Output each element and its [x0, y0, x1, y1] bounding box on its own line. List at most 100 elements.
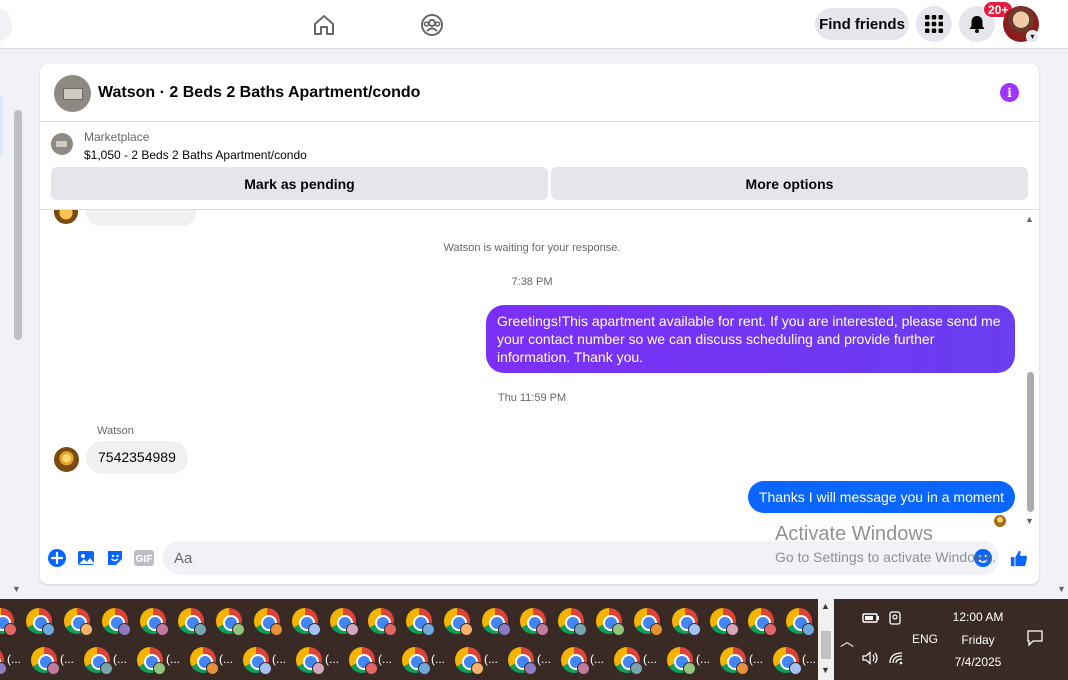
chrome-taskbar-icon[interactable]	[64, 608, 93, 636]
chrome-taskbar-icon[interactable]	[444, 608, 473, 636]
page-scrollbar[interactable]	[14, 110, 22, 340]
chrome-taskbar-icon[interactable]	[31, 647, 60, 675]
chrome-taskbar-icon[interactable]	[720, 647, 749, 675]
clock-time[interactable]: 12:00 AM	[942, 610, 1014, 624]
taskbar-scrollbar[interactable]: ▲ ▼	[818, 599, 834, 680]
profile-badge	[524, 662, 537, 675]
chrome-taskbar-icon[interactable]	[455, 647, 484, 675]
home-icon[interactable]	[311, 12, 337, 38]
chevron-up-icon[interactable]: ︿	[840, 631, 854, 651]
chrome-taskbar-icon[interactable]	[102, 608, 131, 636]
chrome-taskbar-icon[interactable]	[0, 608, 17, 636]
chrome-taskbar-icon[interactable]	[84, 647, 113, 675]
clock-day[interactable]: Friday	[942, 633, 1014, 647]
find-friends-button[interactable]: Find friends	[815, 8, 909, 40]
chat-title[interactable]: Watson · 2 Beds 2 Baths Apartment/condo	[98, 84, 420, 102]
listing-thumbnail[interactable]	[51, 133, 73, 155]
sender-avatar[interactable]	[54, 447, 79, 472]
wifi-icon[interactable]	[888, 651, 904, 668]
incoming-message[interactable]: 7542354989	[86, 441, 188, 474]
taskbar-label: (...	[325, 652, 339, 666]
profile-badge	[4, 623, 17, 636]
taskbar-label: (...	[696, 652, 710, 666]
chrome-taskbar-icon[interactable]	[292, 608, 321, 636]
profile-badge	[471, 662, 484, 675]
menu-grid-icon[interactable]	[916, 6, 952, 42]
profile-badge	[418, 662, 431, 675]
chrome-taskbar-icon[interactable]	[596, 608, 625, 636]
chrome-taskbar-icon[interactable]	[216, 608, 245, 636]
taskbar-label: (...	[7, 652, 21, 666]
chrome-taskbar-icon[interactable]	[137, 647, 166, 675]
chrome-taskbar-icon[interactable]	[561, 647, 590, 675]
profile-badge	[259, 662, 272, 675]
chrome-taskbar-icon[interactable]	[0, 647, 7, 675]
groups-icon[interactable]	[419, 12, 445, 38]
profile-badge	[802, 623, 815, 636]
chrome-taskbar-icon[interactable]	[402, 647, 431, 675]
chrome-taskbar-icon[interactable]	[296, 647, 325, 675]
waiting-notice: Watson is waiting for your response.	[443, 242, 621, 254]
battery-icon[interactable]	[862, 612, 880, 627]
chrome-taskbar-icon[interactable]	[508, 647, 537, 675]
meet-now-icon[interactable]	[888, 611, 902, 628]
thumbs-up-icon[interactable]	[1009, 548, 1029, 568]
system-tray: ︿ ENG 12:00 AM Friday 7/4/2025	[836, 599, 1068, 680]
chat-scrollbar[interactable]	[1027, 372, 1034, 512]
more-options-button[interactable]: More options	[551, 167, 1028, 200]
profile-badge	[612, 623, 625, 636]
language-indicator[interactable]: ENG	[912, 632, 938, 646]
chrome-taskbar-icon[interactable]	[254, 608, 283, 636]
chrome-taskbar-icon[interactable]	[672, 608, 701, 636]
gif-icon[interactable]: GIF	[133, 548, 155, 568]
volume-icon[interactable]	[862, 651, 880, 668]
mark-as-pending-button[interactable]: Mark as pending	[51, 167, 548, 200]
scroll-down-arrow-icon[interactable]: ▼	[1057, 584, 1066, 594]
chrome-taskbar-icon[interactable]	[140, 608, 169, 636]
profile-badge	[232, 623, 245, 636]
chrome-taskbar-icon[interactable]	[773, 647, 802, 675]
chrome-taskbar-icon[interactable]	[482, 608, 511, 636]
scroll-up-arrow-icon[interactable]: ▲	[821, 601, 830, 611]
taskbar-scroll-thumb[interactable]	[821, 631, 831, 659]
chrome-taskbar-icon[interactable]	[634, 608, 663, 636]
scroll-down-arrow-icon[interactable]: ▼	[821, 665, 830, 675]
chrome-taskbar-icon[interactable]	[368, 608, 397, 636]
listing-avatar[interactable]	[54, 75, 91, 112]
clock-date[interactable]: 7/4/2025	[942, 655, 1014, 669]
scroll-up-arrow-icon[interactable]: ▲	[1025, 214, 1034, 224]
chrome-taskbar-icon[interactable]	[243, 647, 272, 675]
plus-icon[interactable]	[47, 548, 67, 568]
outgoing-message[interactable]: Greetings!This apartment available for r…	[486, 305, 1015, 373]
chrome-taskbar-icon[interactable]	[748, 608, 777, 636]
chrome-taskbar-icon[interactable]	[178, 608, 207, 636]
chevron-down-icon[interactable]: ▾	[1026, 30, 1039, 43]
listing-description[interactable]: $1,050 - 2 Beds 2 Baths Apartment/condo	[84, 148, 307, 162]
chrome-taskbar-icon[interactable]	[614, 647, 643, 675]
taskbar-label: (...	[113, 652, 127, 666]
chrome-taskbar-icon[interactable]	[710, 608, 739, 636]
search-field-edge[interactable]	[0, 8, 12, 42]
chrome-taskbar-icon[interactable]	[667, 647, 696, 675]
chrome-taskbar-icon[interactable]	[786, 608, 815, 636]
info-icon[interactable]: i	[1000, 83, 1019, 102]
taskbar-label: (...	[166, 652, 180, 666]
photo-icon[interactable]	[76, 548, 96, 568]
chat-header: Watson · 2 Beds 2 Baths Apartment/condo …	[40, 64, 1039, 122]
scroll-down-arrow-icon[interactable]: ▼	[12, 584, 21, 594]
taskbar-label: (...	[749, 652, 763, 666]
chrome-taskbar-icon[interactable]	[520, 608, 549, 636]
outgoing-message[interactable]: Thanks I will message you in a moment	[747, 481, 1015, 513]
message-thread: Watson is waiting for your response. 7:3…	[40, 210, 1039, 532]
profile-badge	[726, 623, 739, 636]
scroll-down-arrow-icon[interactable]: ▼	[1025, 516, 1034, 526]
chrome-taskbar-icon[interactable]	[406, 608, 435, 636]
chrome-taskbar-icon[interactable]	[558, 608, 587, 636]
notifications-icon[interactable]	[1026, 629, 1044, 650]
chrome-taskbar-icon[interactable]	[26, 608, 55, 636]
profile-badge	[0, 662, 7, 675]
chrome-taskbar-icon[interactable]	[190, 647, 219, 675]
chrome-taskbar-icon[interactable]	[349, 647, 378, 675]
chrome-taskbar-icon[interactable]	[330, 608, 359, 636]
sticker-icon[interactable]	[105, 548, 125, 568]
